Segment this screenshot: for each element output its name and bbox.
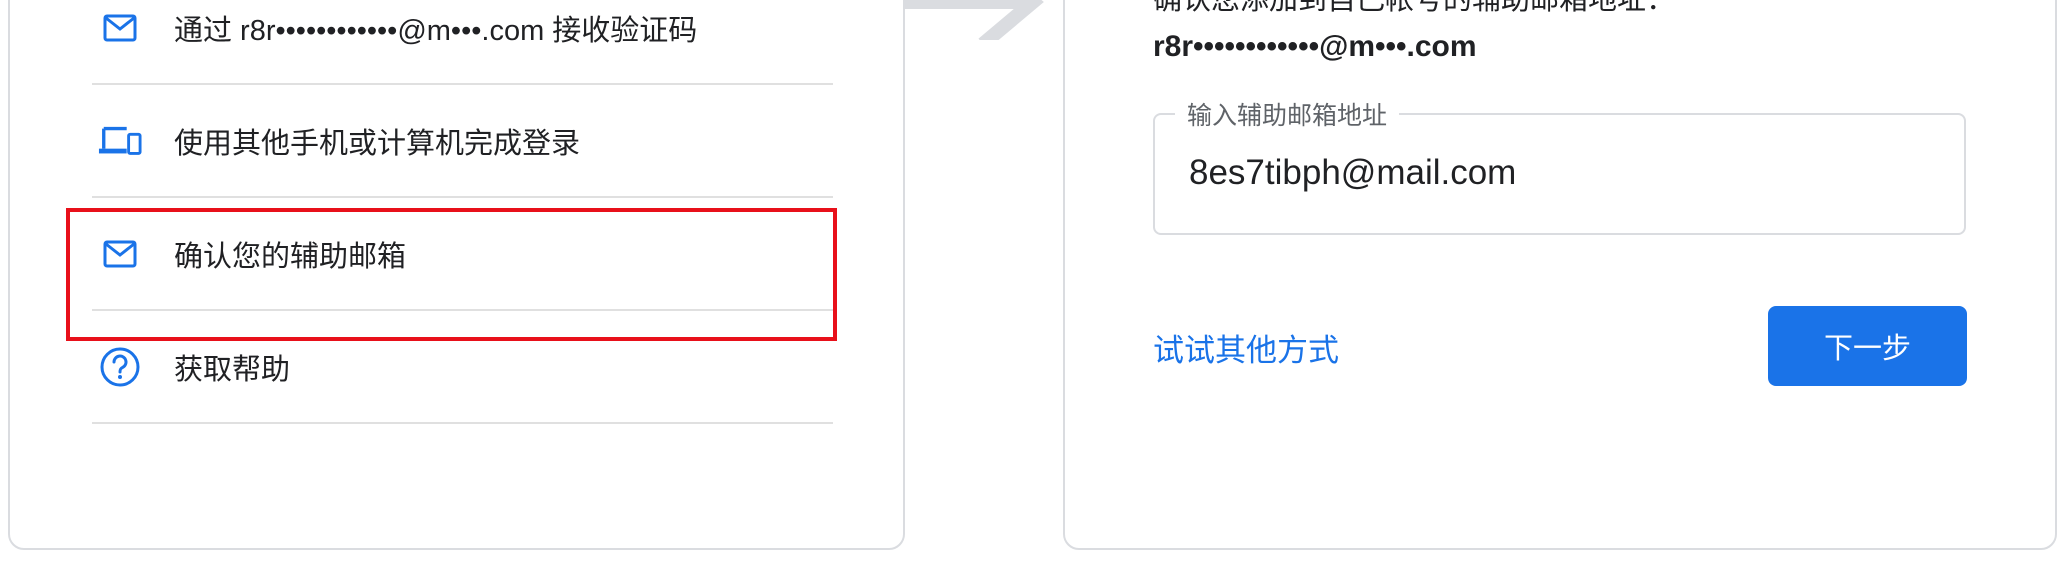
option-get-help[interactable]: 获取帮助 (92, 311, 833, 424)
try-another-way-link[interactable]: 试试其他方式 (1153, 325, 1339, 370)
mail-icon (98, 232, 142, 276)
masked-recovery-email: r8r••••••••••••@m•••.com (1153, 30, 1477, 63)
mail-icon (98, 6, 142, 50)
option-label: 通过 r8r••••••••••••@m•••.com 接收验证码 (174, 14, 698, 47)
recovery-email-input[interactable] (1189, 153, 1929, 193)
recovery-options-list: 通过 r8r••••••••••••@m•••.com 接收验证码 使用其他手机… (92, 0, 833, 424)
option-label: 获取帮助 (174, 353, 291, 386)
account-recovery-screen: 通过 r8r••••••••••••@m•••.com 接收验证码 使用其他手机… (0, 0, 2068, 565)
option-label: 确认您的辅助邮箱 (174, 240, 407, 273)
instruction-text: 确认您添加到自己帐号的辅助邮箱地址： (1153, 0, 1676, 16)
recovery-email-field[interactable]: 输入辅助邮箱地址 (1153, 96, 1966, 235)
arrow-right-icon (905, 0, 1044, 40)
option-confirm-recovery-email[interactable]: 确认您的辅助邮箱 (92, 198, 833, 311)
next-button[interactable]: 下一步 (1768, 306, 1967, 386)
devices-icon (98, 119, 142, 163)
confirm-recovery-email-card: 确认您添加到自己帐号的辅助邮箱地址： r8r••••••••••••@m•••.… (1063, 0, 2057, 550)
option-other-device[interactable]: 使用其他手机或计算机完成登录 (92, 85, 833, 198)
recovery-options-card: 通过 r8r••••••••••••@m•••.com 接收验证码 使用其他手机… (8, 0, 905, 550)
help-circle-icon (98, 345, 142, 389)
option-email-code[interactable]: 通过 r8r••••••••••••@m•••.com 接收验证码 (92, 0, 833, 85)
option-label: 使用其他手机或计算机完成登录 (174, 127, 581, 160)
recovery-email-field-label: 输入辅助邮箱地址 (1175, 96, 1400, 132)
